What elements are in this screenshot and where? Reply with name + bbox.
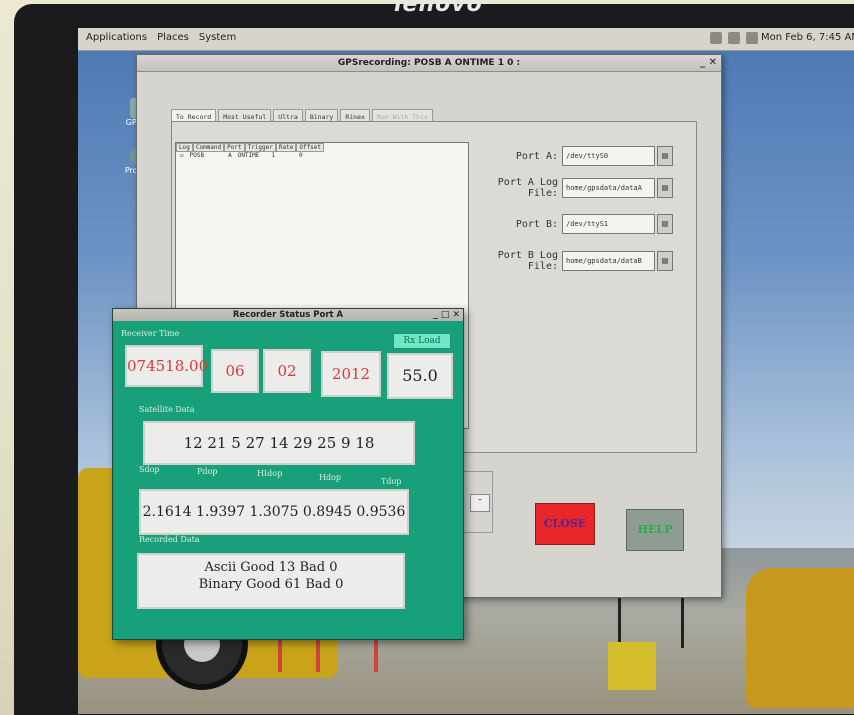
col-port[interactable]: Port [224, 143, 245, 152]
port-b-log-label: Port B Log File: [497, 250, 558, 272]
dop-values: 2.1614 1.9397 1.3075 0.8945 0.9536 [139, 489, 409, 535]
wallpaper-generator [608, 642, 656, 690]
port-a-log-row: Port A Log File: home/gpsdata/dataA ▤ [474, 177, 673, 199]
col-log[interactable]: Log [176, 143, 193, 152]
recorder-status-window: Recorder Status Port A _ □ ✕ Receiver Ti… [112, 308, 464, 640]
folder-icon[interactable]: ▤ [657, 214, 673, 234]
status-titlebar[interactable]: Recorder Status Port A _ □ ✕ [113, 309, 463, 321]
mail-icon[interactable] [746, 32, 758, 44]
wallpaper-truck-right [746, 568, 854, 708]
day-value: 06 [211, 349, 259, 393]
receiver-time-label: Receiver Time [121, 329, 180, 338]
col-rate[interactable]: Rate [275, 143, 297, 152]
rx-load-label: Rx Load [393, 333, 451, 349]
volume-icon[interactable] [728, 32, 740, 44]
dop-label-hdop: Hdop [319, 473, 342, 482]
port-b-label: Port B: [515, 218, 558, 230]
port-b-log-field[interactable]: home/gpsdata/dataB [562, 251, 655, 271]
port-b-field[interactable]: /dev/ttyS1 [562, 214, 655, 234]
panel-clock[interactable]: Mon Feb 6, 7:45 AM [761, 32, 854, 43]
month-value: 02 [263, 349, 311, 393]
recorded-data-box: Ascii Good 13 Bad 0 Binary Good 61 Bad 0 [137, 553, 405, 609]
port-b-row: Port B: /dev/ttyS1 ▤ [474, 214, 673, 234]
desktop-screen: Applications Places System Mon Feb 6, 7:… [78, 28, 854, 714]
status-title: Recorder Status Port A [232, 310, 344, 320]
help-button[interactable]: HELP [626, 509, 684, 551]
port-a-field[interactable]: /dev/ttyS0 [562, 146, 655, 166]
satellite-data-label: Satellite Data [139, 405, 195, 414]
list-header: Log Command Port Trigger Rate Offset [176, 143, 468, 152]
recorded-data-label: Recorded Data [139, 535, 200, 544]
binary-count: Binary Good 61 Bad 0 [198, 577, 344, 592]
col-offset[interactable]: Offset [296, 143, 325, 152]
ascii-count: Ascii Good 13 Bad 0 [204, 560, 338, 575]
list-item[interactable]: ☑ POSB A ONTIME 1 0 [176, 152, 468, 159]
year-value: 2012 [321, 351, 381, 397]
dop-label-pdop: Pdop [197, 467, 218, 476]
system-tray [710, 32, 758, 44]
rx-load-value: 55.0 [387, 353, 453, 399]
dop-label-tdop: Tdop [381, 477, 402, 486]
satellite-list: 12 21 5 27 14 29 25 9 18 [143, 421, 415, 465]
minimize-close-icons[interactable]: _ ✕ [700, 55, 717, 71]
window-titlebar[interactable]: GPSrecording: POSB A ONTIME 1 0 : _ ✕ [137, 55, 721, 72]
port-b-log-row: Port B Log File: home/gpsdata/dataB ▤ [474, 250, 673, 272]
monitor-bezel: lenovo Applications Places System Mon Fe… [14, 0, 854, 715]
monitor-brand: lenovo [394, 0, 483, 17]
col-trigger[interactable]: Trigger [244, 143, 276, 152]
dop-label-hidop: HIdop [257, 469, 283, 478]
log-checkbox[interactable]: ☑ [180, 152, 184, 159]
network-icon[interactable] [710, 32, 722, 44]
menu-system[interactable]: System [199, 32, 236, 43]
close-button[interactable]: CLOSE [535, 503, 595, 545]
col-command[interactable]: Command [192, 143, 225, 152]
top-panel: Applications Places System Mon Feb 6, 7:… [78, 28, 854, 51]
dop-label-sdop: Sdop [139, 465, 160, 474]
port-a-row: Port A: /dev/ttyS0 ▤ [474, 146, 673, 166]
folder-icon[interactable]: ▤ [657, 178, 673, 198]
port-a-label: Port A: [515, 150, 558, 162]
menu-places[interactable]: Places [157, 32, 189, 43]
window-title: GPSrecording: POSB A ONTIME 1 0 : [337, 58, 521, 68]
panel-menus: Applications Places System [86, 32, 236, 43]
port-a-log-label: Port A Log File: [497, 177, 558, 199]
folder-icon[interactable]: ▤ [657, 251, 673, 271]
spin-control[interactable]: – [470, 494, 490, 512]
port-a-log-field[interactable]: home/gpsdata/dataA [562, 178, 655, 198]
window-controls-icon[interactable]: _ □ ✕ [433, 309, 460, 321]
folder-icon[interactable]: ▤ [657, 146, 673, 166]
menu-applications[interactable]: Applications [86, 32, 147, 43]
time-value: 074518.00 [125, 345, 208, 387]
